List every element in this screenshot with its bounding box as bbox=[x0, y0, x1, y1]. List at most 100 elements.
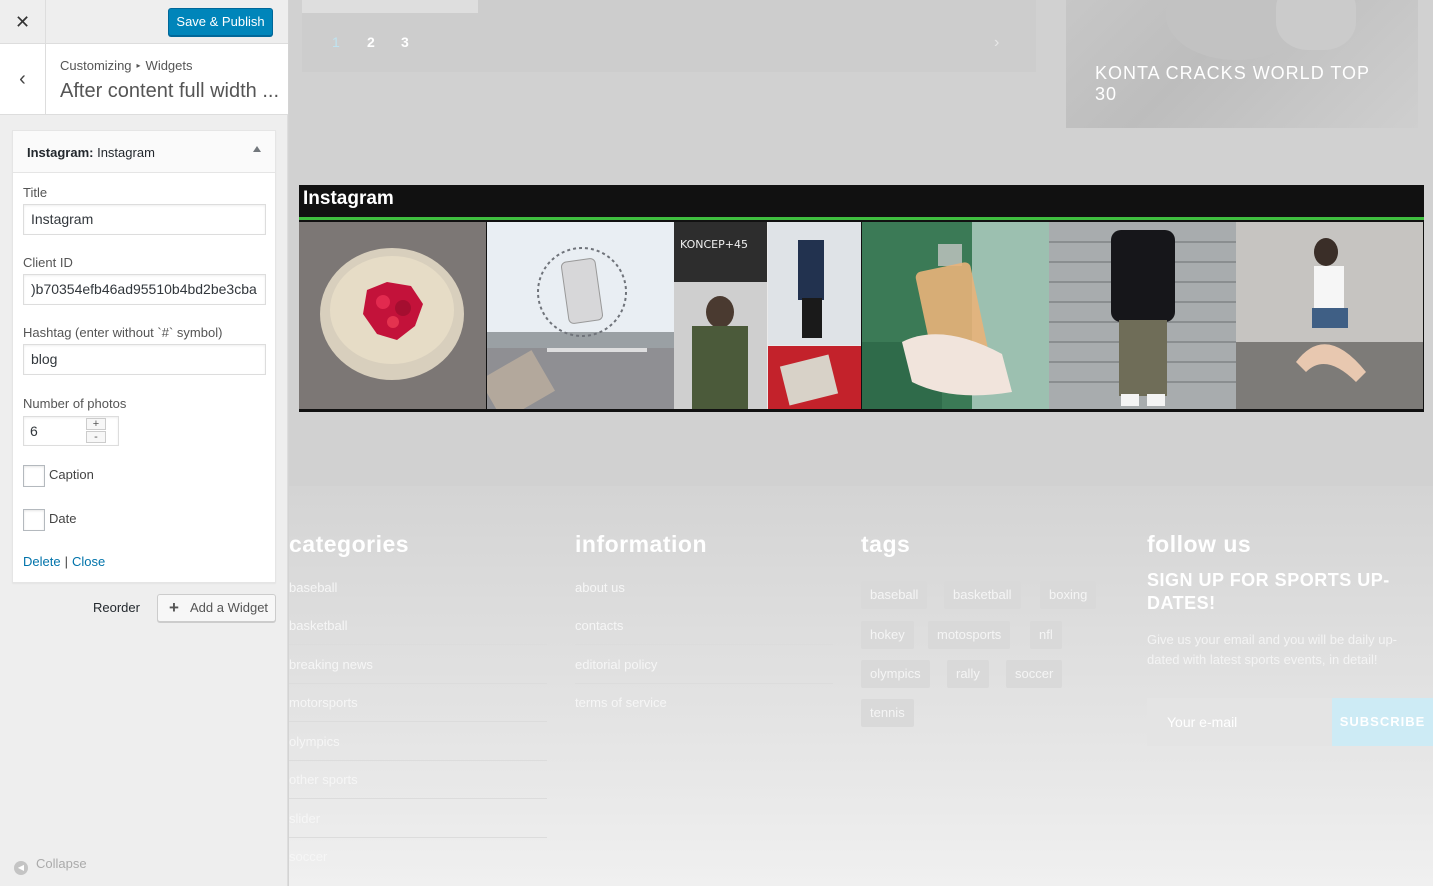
subscribe-button[interactable]: SUBSCRIBE bbox=[1332, 698, 1433, 746]
tag-chip[interactable]: nfl bbox=[1030, 621, 1062, 649]
instagram-photo-image bbox=[862, 222, 1049, 409]
instagram-photo[interactable] bbox=[1236, 222, 1423, 409]
post-thumbnail[interactable] bbox=[302, 0, 478, 13]
instagram-photo[interactable] bbox=[1049, 222, 1236, 409]
breadcrumb-arrow-icon: ▸ bbox=[136, 61, 141, 70]
page-link-2[interactable]: 2 bbox=[367, 34, 375, 50]
category-link[interactable]: olympics bbox=[289, 734, 340, 749]
instagram-photo[interactable] bbox=[862, 222, 1049, 409]
divider bbox=[289, 721, 547, 722]
follow-us-heading: follow us bbox=[1147, 531, 1252, 557]
information-link[interactable]: contacts bbox=[575, 618, 623, 633]
tag-chip[interactable]: tennis bbox=[861, 699, 914, 727]
caption-checkbox[interactable] bbox=[23, 465, 45, 487]
instagram-photo-image bbox=[1236, 222, 1423, 409]
add-widget-button[interactable]: + Add a Widget bbox=[157, 594, 276, 622]
categories-heading: categories bbox=[289, 531, 410, 557]
category-link[interactable]: slider bbox=[289, 811, 320, 826]
signup-description: Give us your email and you will be daily… bbox=[1147, 632, 1398, 667]
section-title: After content full width ... bbox=[60, 80, 279, 102]
tag-chip[interactable]: baseball bbox=[861, 581, 928, 609]
hashtag-label: Hashtag (enter without `#` symbol) bbox=[23, 325, 223, 340]
add-widget-label: Add a Widget bbox=[190, 600, 269, 615]
reorder-button[interactable]: Reorder bbox=[93, 600, 140, 615]
tag-chip[interactable]: motosports bbox=[928, 621, 1011, 649]
hashtag-input[interactable]: blog bbox=[23, 344, 266, 375]
category-link[interactable]: motorsports bbox=[289, 695, 358, 710]
instagram-photo-image bbox=[299, 222, 486, 409]
tags-heading: tags bbox=[861, 531, 911, 557]
category-link[interactable]: breaking news bbox=[289, 657, 373, 672]
collapse-sidebar-button[interactable]: ◀ Collapse bbox=[14, 856, 87, 875]
close-customizer-button[interactable]: ✕ bbox=[0, 0, 46, 44]
section-title-panel: ‹ Customizing ▸ Widgets After content full… bbox=[0, 44, 288, 115]
client-id-input[interactable]: )b70354efb46ad95510b4bd2be3cba bbox=[23, 274, 266, 305]
instagram-photo-image bbox=[487, 222, 674, 409]
information-link[interactable]: editorial policy bbox=[575, 657, 657, 672]
widget-name: Instagram bbox=[97, 145, 155, 160]
collapse-label: Collapse bbox=[36, 856, 87, 871]
divider bbox=[575, 683, 833, 684]
information-link[interactable]: about us bbox=[575, 580, 625, 595]
stepper-minus-button[interactable]: - bbox=[86, 431, 106, 443]
instagram-photo[interactable]: KONCEP+45 bbox=[674, 222, 861, 409]
divider bbox=[289, 606, 547, 607]
divider bbox=[575, 606, 833, 607]
widget-type: Instagram: bbox=[27, 145, 94, 160]
client-id-label: Client ID bbox=[23, 255, 73, 270]
site-footer: categories baseball basketball breaking … bbox=[289, 486, 1433, 886]
title-input[interactable]: Instagram bbox=[23, 204, 266, 235]
news-photo-shape bbox=[1276, 0, 1356, 50]
instagram-photo-strip: KONCEP+45 bbox=[299, 220, 1424, 412]
close-link[interactable]: Close bbox=[72, 554, 105, 569]
chevron-right-icon[interactable]: › bbox=[994, 34, 999, 52]
instagram-photo[interactable] bbox=[487, 222, 674, 409]
date-label: Date bbox=[49, 511, 77, 526]
widget-actions: Delete | Close bbox=[23, 554, 105, 569]
page-link-1[interactable]: 1 bbox=[332, 34, 340, 50]
breadcrumb-child: Widgets bbox=[145, 58, 193, 73]
information-link[interactable]: terms of service bbox=[575, 695, 667, 710]
category-link[interactable]: other sports bbox=[289, 772, 358, 787]
category-link[interactable]: baseball bbox=[289, 580, 337, 595]
back-button[interactable]: ‹ bbox=[0, 44, 46, 114]
tag-chip[interactable]: olympics bbox=[861, 660, 930, 688]
divider bbox=[289, 683, 547, 684]
news-title[interactable]: KONTA CRACKS WORLD TOP 30 bbox=[1095, 63, 1395, 105]
title-label: Title bbox=[23, 185, 48, 200]
tag-chip[interactable]: boxing bbox=[1040, 581, 1097, 609]
category-link[interactable]: soccer bbox=[289, 849, 327, 864]
widget-header[interactable]: Instagram: Instagram bbox=[13, 131, 275, 173]
breadcrumb: Customizing ▸ Widgets bbox=[60, 58, 193, 73]
page-link-3[interactable]: 3 bbox=[401, 34, 409, 50]
delete-link[interactable]: Delete bbox=[23, 554, 61, 569]
save-publish-button[interactable]: Save & Publish bbox=[168, 8, 273, 36]
divider bbox=[289, 760, 547, 761]
tag-chip[interactable]: soccer bbox=[1006, 660, 1063, 688]
tag-chip[interactable]: hokey bbox=[861, 621, 914, 649]
collapse-arrow-icon[interactable] bbox=[253, 146, 261, 152]
news-card[interactable]: KONTA CRACKS WORLD TOP 30 bbox=[1066, 0, 1418, 128]
instagram-photo-image bbox=[1049, 222, 1236, 409]
stepper-plus-button[interactable]: + bbox=[86, 418, 106, 430]
photos-label: Number of photos bbox=[23, 396, 127, 411]
svg-text:KONCEP+45: KONCEP+45 bbox=[680, 238, 748, 251]
instagram-widget-header: Instagram bbox=[299, 185, 1424, 220]
information-heading: information bbox=[575, 531, 707, 557]
caption-label: Caption bbox=[49, 467, 94, 482]
date-checkbox[interactable] bbox=[23, 509, 45, 531]
tag-chip[interactable]: rally bbox=[947, 660, 989, 688]
tag-chip[interactable]: basketball bbox=[944, 581, 1021, 609]
breadcrumb-root: Customizing bbox=[60, 58, 132, 73]
widget-title: Instagram: Instagram bbox=[27, 145, 155, 160]
email-input[interactable]: Your e-mail bbox=[1147, 698, 1332, 746]
instagram-photo[interactable] bbox=[299, 222, 486, 409]
site-preview: 1 2 3 › KONTA CRACKS WORLD TOP 30 Instag… bbox=[289, 0, 1433, 886]
divider bbox=[289, 798, 547, 799]
chevron-left-icon: ‹ bbox=[19, 67, 26, 90]
plus-icon: + bbox=[169, 598, 179, 617]
instagram-widget-panel: Instagram: Instagram Title Instagram Cli… bbox=[12, 130, 276, 583]
link-separator: | bbox=[64, 554, 68, 569]
category-link[interactable]: basketball bbox=[289, 618, 348, 633]
divider bbox=[289, 837, 547, 838]
